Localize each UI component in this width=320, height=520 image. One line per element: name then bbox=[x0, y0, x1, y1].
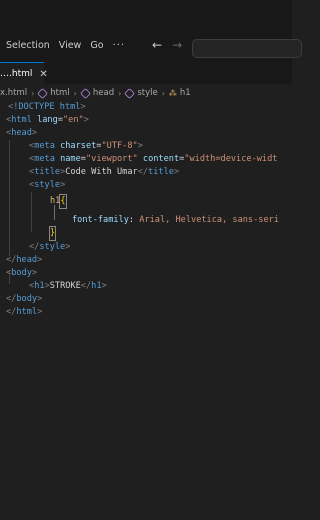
code-line: <h1>STROKE</h1> bbox=[29, 281, 107, 291]
breadcrumb-item-h1[interactable]: › ⁂ h1 bbox=[158, 88, 191, 98]
close-icon[interactable]: ✕ bbox=[39, 69, 47, 80]
code-line: <title>Code With Umar</title> bbox=[29, 167, 180, 177]
attr-value: "width=device-widt bbox=[184, 154, 278, 164]
code-line: } bbox=[48, 226, 57, 241]
code-editor[interactable]: <!DOCTYPE html> <html lang="en"> <head> … bbox=[0, 100, 292, 520]
code-line: </body> bbox=[6, 294, 43, 304]
menu-item-selection[interactable]: Selection bbox=[6, 40, 50, 51]
tag-style: style bbox=[34, 180, 61, 190]
forward-arrow-icon[interactable]: → bbox=[172, 38, 182, 52]
attr-value: "en" bbox=[62, 115, 84, 125]
menu-item-go[interactable]: Go bbox=[90, 40, 103, 51]
tab-bar: ….html ✕ bbox=[0, 62, 292, 85]
tag-h1: h1 bbox=[91, 281, 102, 291]
breadcrumb-file-label: x.html bbox=[0, 88, 28, 98]
breadcrumb-file[interactable]: x.html bbox=[0, 88, 27, 98]
more-menu-icon[interactable]: ··· bbox=[113, 40, 126, 51]
chevron-right-icon: › bbox=[31, 88, 35, 98]
code-line: </style> bbox=[29, 242, 71, 252]
breadcrumb-label: head bbox=[92, 88, 115, 98]
chevron-right-icon: › bbox=[73, 88, 77, 98]
attr-charset: charset bbox=[60, 141, 97, 151]
tag-h1: h1 bbox=[34, 281, 45, 291]
tag-html: html bbox=[16, 307, 38, 317]
attr-value: "viewport" bbox=[85, 154, 138, 164]
command-center-search[interactable] bbox=[192, 39, 302, 58]
attr-content: content bbox=[142, 154, 180, 164]
h1-text: STROKE bbox=[49, 281, 81, 291]
tag-meta: meta bbox=[34, 141, 55, 151]
code-line: <head> bbox=[6, 128, 38, 138]
code-line: font-family: Arial, Helvetica, sans-seri bbox=[72, 215, 279, 225]
tag-title: title bbox=[34, 167, 61, 177]
tag-head: head bbox=[11, 128, 32, 138]
code-line: <meta name="viewport" content="width=dev… bbox=[29, 154, 278, 164]
tag-body: body bbox=[11, 268, 32, 278]
attr-name: name bbox=[60, 154, 81, 164]
close-brace: } bbox=[48, 226, 57, 241]
tag-meta: meta bbox=[34, 154, 55, 164]
tab-label: ….html bbox=[0, 69, 33, 79]
back-arrow-icon[interactable]: ← bbox=[152, 38, 162, 52]
element-icon bbox=[79, 87, 91, 99]
breadcrumb-item-head[interactable]: › head bbox=[70, 87, 115, 99]
tab-index-html[interactable]: ….html ✕ bbox=[0, 62, 48, 85]
tag-head: head bbox=[16, 255, 38, 265]
css-selector-icon: ⁂ bbox=[168, 88, 177, 98]
element-icon bbox=[124, 87, 136, 99]
breadcrumb-label: style bbox=[137, 88, 158, 98]
tag-style: style bbox=[39, 242, 66, 252]
breadcrumb: x.html › html › head › style › ⁂ h1 bbox=[0, 86, 191, 100]
code-line: <style> bbox=[29, 180, 66, 190]
code-line: <html lang="en"> bbox=[6, 115, 89, 125]
code-line: </html> bbox=[6, 307, 43, 317]
tag-html: html bbox=[11, 115, 32, 125]
attr-value: "UTF-8" bbox=[101, 141, 138, 151]
css-selector: h1 bbox=[50, 196, 61, 206]
indent-guide bbox=[9, 140, 10, 256]
css-property: font-family bbox=[72, 215, 129, 225]
code-line: <meta charset="UTF-8"> bbox=[29, 141, 143, 151]
code-line: <body> bbox=[6, 268, 38, 278]
code-line: </head> bbox=[6, 255, 43, 265]
code-line: h1{ bbox=[50, 194, 67, 209]
breadcrumb-item-style[interactable]: › style bbox=[114, 87, 158, 99]
doctype: !DOCTYPE html bbox=[13, 102, 81, 112]
indent-guide bbox=[31, 192, 32, 232]
css-value: Arial, Helvetica, sans-seri bbox=[139, 215, 279, 225]
code-line: <!DOCTYPE html> bbox=[8, 102, 86, 112]
chevron-right-icon: › bbox=[118, 88, 122, 98]
breadcrumb-label: h1 bbox=[179, 88, 191, 98]
title-bar bbox=[0, 0, 292, 40]
open-brace: { bbox=[59, 194, 67, 209]
menu-item-view[interactable]: View bbox=[59, 40, 82, 51]
attr-lang: lang bbox=[37, 115, 58, 125]
chevron-right-icon: › bbox=[161, 88, 165, 98]
title-text: Code With Umar bbox=[65, 167, 138, 177]
navigation-arrows: ← → bbox=[152, 38, 192, 52]
breadcrumb-label: html bbox=[50, 88, 70, 98]
tag-body: body bbox=[16, 294, 38, 304]
menu: Selection View Go ··· bbox=[6, 40, 134, 51]
tag-title: title bbox=[148, 167, 174, 177]
element-icon bbox=[37, 87, 49, 99]
breadcrumb-item-html[interactable]: › html bbox=[27, 87, 70, 99]
